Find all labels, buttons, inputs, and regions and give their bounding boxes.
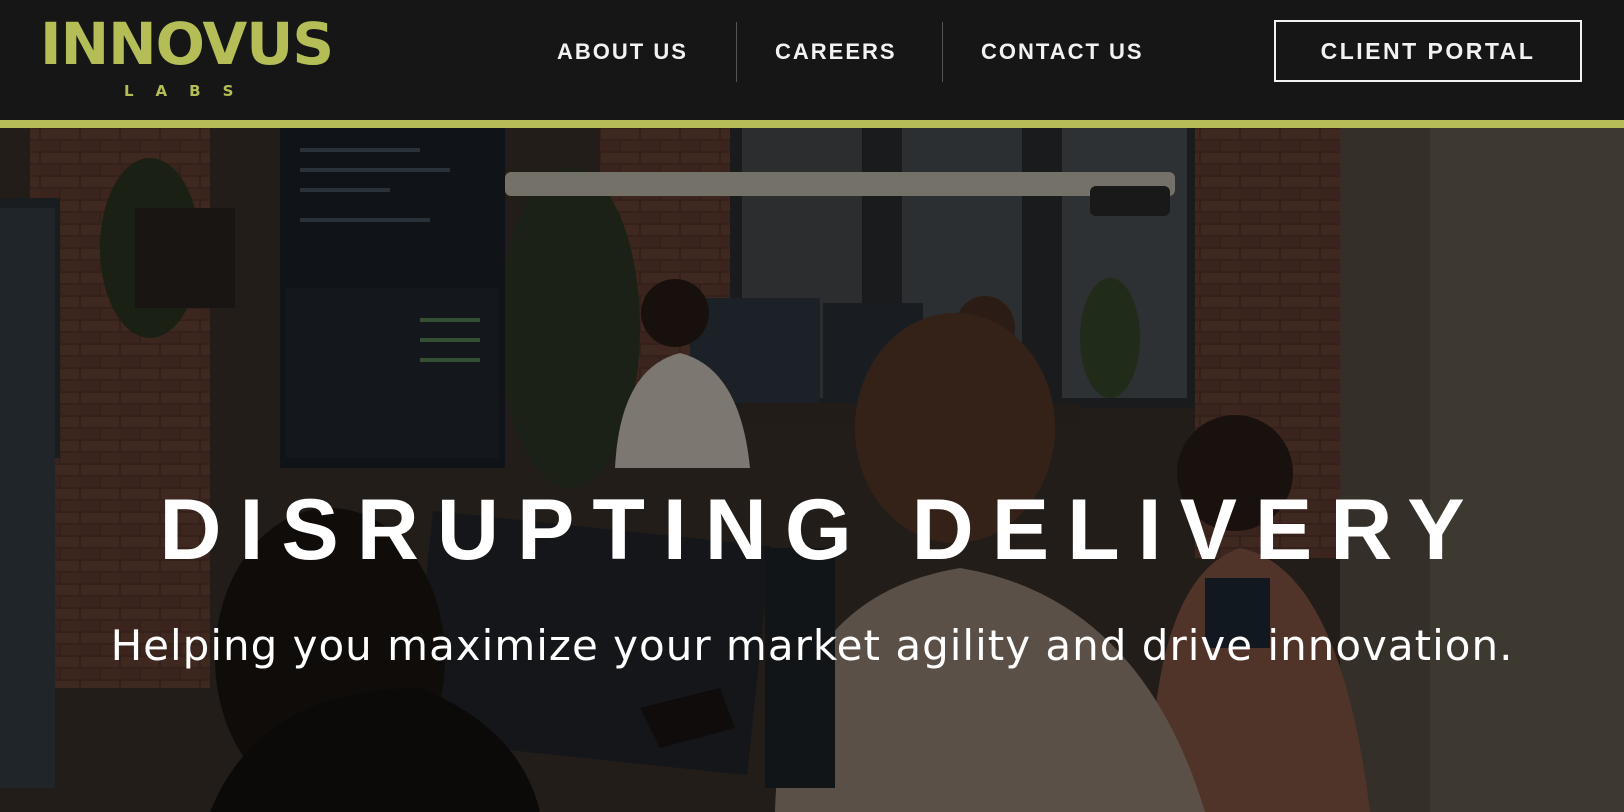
hero-background-photo — [0, 128, 1624, 812]
nav-careers[interactable]: CAREERS — [775, 38, 897, 66]
innovus-labs-logo[interactable]: INNOVUS LABS — [40, 10, 340, 100]
nav-divider — [942, 22, 943, 82]
site-header: INNOVUS LABS ABOUT US CAREERS CONTACT US… — [0, 0, 1624, 120]
hero-section: DISRUPTING DELIVERY Helping you maximize… — [0, 128, 1624, 812]
header-accent-line — [0, 120, 1624, 128]
nav-divider — [736, 22, 737, 82]
nav-contact-us[interactable]: CONTACT US — [981, 38, 1144, 66]
hero-subtitle: Helping you maximize your market agility… — [110, 621, 1514, 670]
client-portal-button[interactable]: CLIENT PORTAL — [1274, 20, 1582, 82]
hero-title: DISRUPTING DELIVERY — [159, 482, 1483, 578]
nav-about-us[interactable]: ABOUT US — [557, 38, 688, 66]
logo-wordmark: INNOVUS — [40, 10, 334, 78]
logo-tagline: LABS — [124, 82, 256, 100]
